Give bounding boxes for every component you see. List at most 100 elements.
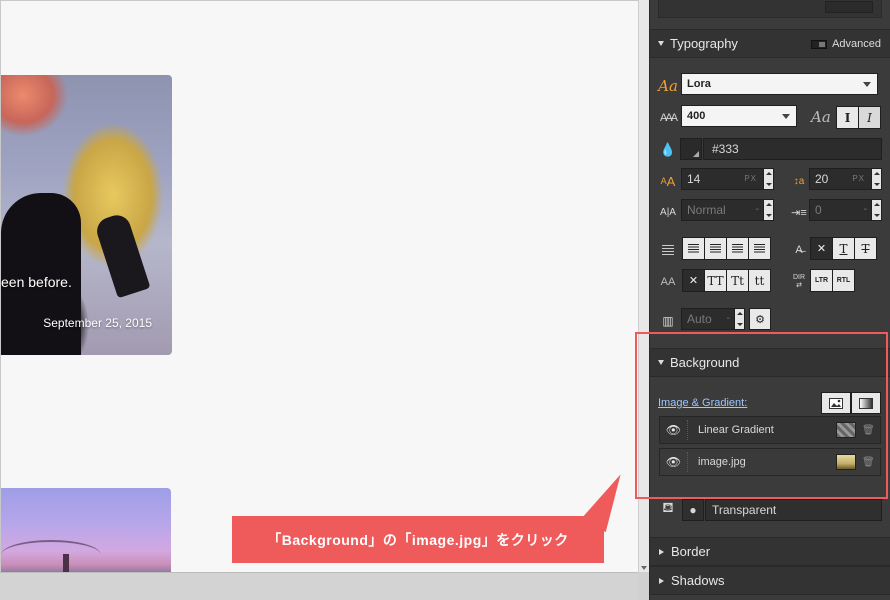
text-align-icon <box>656 240 680 260</box>
decoration-underline-button[interactable]: T <box>832 237 855 260</box>
collapse-triangle-icon <box>659 548 664 555</box>
typography-title: Typography <box>670 36 738 51</box>
font-size-value: 14 <box>687 172 701 186</box>
direction-rtl-button[interactable]: RTL <box>832 269 855 292</box>
chevron-down-icon <box>782 114 790 119</box>
background-layer-gradient[interactable]: 👁 Linear Gradient 🗑 <box>659 416 881 444</box>
toggle-switch-icon <box>811 39 828 49</box>
font-weight-select[interactable]: 400 <box>681 105 797 127</box>
text-indent-input[interactable]: 0 - <box>809 199 882 221</box>
trash-icon[interactable]: 🗑 <box>862 457 875 468</box>
typography-section-header[interactable]: Typography Advanced <box>650 29 890 58</box>
post-excerpt: een before. <box>1 274 72 290</box>
align-center-icon <box>710 244 721 253</box>
direction-label: DIR <box>792 274 806 281</box>
font-weight-icon: AAA <box>659 112 678 124</box>
post-card-lanterns[interactable]: een before. September 25, 2015 <box>1 75 172 355</box>
decoration-none-button[interactable]: ✕ <box>810 237 833 260</box>
color-drop-icon: 💧 <box>659 142 677 157</box>
align-center-button[interactable] <box>704 237 727 260</box>
background-section-header[interactable]: Background <box>650 348 890 377</box>
normal-style-button[interactable]: I <box>836 106 859 129</box>
align-left-button[interactable] <box>682 237 705 260</box>
font-color-swatch[interactable] <box>680 138 702 160</box>
advanced-toggle[interactable]: Advanced <box>811 38 881 50</box>
layer-name: image.jpg <box>698 456 746 468</box>
text-indent-value: 0 <box>815 203 822 217</box>
previous-section-remnant <box>650 0 890 26</box>
color-drop-icon[interactable]: ● <box>682 499 704 521</box>
font-family-value: Lora <box>687 78 711 90</box>
layer-name: Linear Gradient <box>698 424 774 436</box>
letter-spacing-input[interactable]: Normal - <box>681 199 774 221</box>
align-right-button[interactable] <box>726 237 749 260</box>
columns-value: Auto <box>687 312 712 326</box>
font-weight-row: AAA 400 Aa I I <box>650 104 890 132</box>
image-gradient-link[interactable]: Image & Gradient: <box>658 397 747 409</box>
background-color-input[interactable]: Transparent <box>705 499 882 521</box>
hand-silhouette <box>93 211 151 299</box>
transform-none-button[interactable]: ✕ <box>682 269 705 292</box>
font-family-icon: Aa <box>658 77 678 95</box>
text-direction-icon: DIR ⇄ <box>792 274 806 289</box>
border-section-header[interactable]: Border <box>650 537 890 566</box>
gradient-icon <box>859 397 873 409</box>
line-height-input[interactable]: 20 PX <box>809 168 882 190</box>
transform-uppercase-button[interactable]: TT <box>704 269 727 292</box>
shadows-section-header[interactable]: Shadows <box>650 566 890 595</box>
font-color-input[interactable]: #333 <box>703 138 882 160</box>
transform-capitalize-button[interactable]: Tt <box>726 269 749 292</box>
image-icon <box>829 397 843 409</box>
font-size-stepper[interactable] <box>763 169 773 189</box>
spacing-row: A|A Normal - ⇥≡ 0 - <box>650 198 890 226</box>
size-row: AA 14 PX ↕a 20 PX <box>650 167 890 195</box>
transform-lowercase-button[interactable]: tt <box>748 269 771 292</box>
text-transform-icon: AA <box>660 276 676 288</box>
italic-style-button[interactable]: I <box>858 106 881 129</box>
font-family-select[interactable]: Lora <box>681 73 878 95</box>
text-decoration-buttons: ✕ T T <box>810 237 877 260</box>
transform-row: AA ✕ TT Tt tt DIR ⇄ LTR RTL <box>650 268 890 296</box>
text-align-buttons <box>682 237 771 260</box>
trash-icon[interactable]: 🗑 <box>862 425 875 436</box>
shadows-title: Shadows <box>671 573 725 588</box>
text-transform-buttons: ✕ TT Tt tt <box>682 269 771 292</box>
add-gradient-button[interactable] <box>851 392 881 414</box>
align-left-icon <box>688 244 699 253</box>
expand-triangle-icon <box>658 41 664 46</box>
eye-icon[interactable]: 👁 <box>660 452 688 472</box>
font-color-value: #333 <box>712 142 739 156</box>
letter-spacing-icon: A|A <box>660 206 676 218</box>
font-size-icon: AA <box>660 173 676 189</box>
bridge-silhouette <box>1 540 101 570</box>
letter-spacing-value: Normal <box>687 203 726 217</box>
decoration-strike-button[interactable]: T <box>854 237 877 260</box>
image-thumbnail <box>836 454 856 470</box>
font-style-icon: Aa <box>811 108 831 126</box>
font-color-row: 💧 #333 <box>650 136 890 164</box>
font-size-unit: PX <box>744 174 757 183</box>
background-layer-image[interactable]: 👁 image.jpg 🗑 <box>659 448 881 476</box>
gear-icon[interactable]: ⚙ <box>749 308 771 330</box>
align-row: A̶ ✕ T T <box>650 236 890 264</box>
font-size-input[interactable]: 14 PX <box>681 168 774 190</box>
eye-icon[interactable]: 👁 <box>660 420 688 440</box>
columns-stepper[interactable] <box>734 309 744 329</box>
line-height-stepper[interactable] <box>871 169 881 189</box>
columns-input[interactable]: Auto - <box>681 308 745 330</box>
columns-suffix: - <box>726 313 730 324</box>
text-indent-stepper[interactable] <box>871 200 881 220</box>
direction-ltr-button[interactable]: LTR <box>810 269 833 292</box>
font-style-buttons: I I <box>836 106 881 129</box>
collapse-triangle-icon <box>659 577 664 584</box>
line-height-unit: PX <box>852 174 865 183</box>
add-image-button[interactable] <box>821 392 851 414</box>
advanced-label: Advanced <box>832 38 881 50</box>
canvas-vertical-scrollbar[interactable] <box>638 0 649 572</box>
post-card-bridge[interactable] <box>1 488 171 572</box>
letter-spacing-stepper[interactable] <box>763 200 773 220</box>
align-justify-button[interactable] <box>748 237 771 260</box>
columns-row: ▥ Auto - ⚙ <box>650 307 890 335</box>
line-height-icon: ↕a <box>793 175 805 187</box>
scroll-down-arrow-icon[interactable] <box>641 566 647 570</box>
